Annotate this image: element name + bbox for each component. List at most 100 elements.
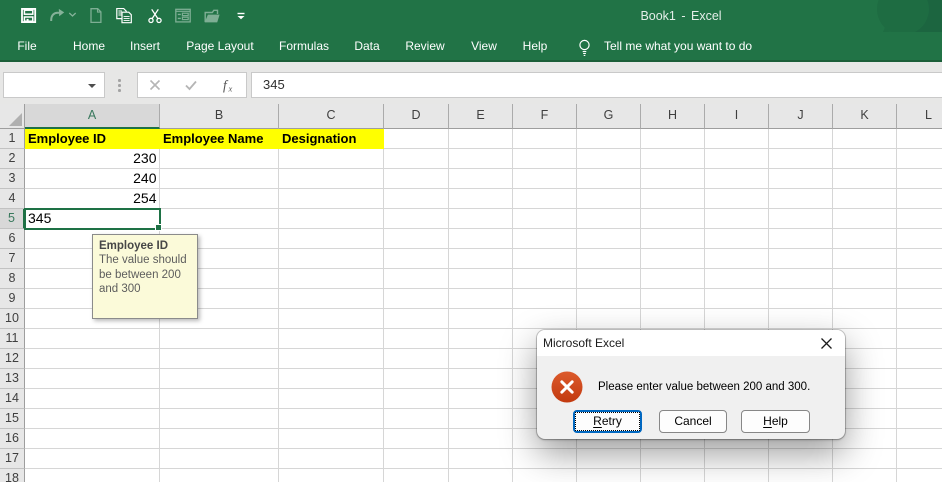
- tab-data[interactable]: Data: [354, 32, 379, 60]
- cell-J17[interactable]: [769, 449, 833, 469]
- cell-K5[interactable]: [833, 209, 897, 229]
- column-header-L[interactable]: L: [897, 104, 942, 129]
- cell-C13[interactable]: [279, 369, 384, 389]
- formula-input[interactable]: 345: [251, 72, 942, 98]
- cell-E13[interactable]: [449, 369, 513, 389]
- cell-K1[interactable]: [833, 129, 897, 149]
- row-header-2[interactable]: 2: [0, 149, 25, 169]
- save-icon[interactable]: [21, 8, 37, 24]
- row-header-14[interactable]: 14: [0, 389, 25, 409]
- cell-B15[interactable]: [160, 409, 279, 429]
- cell-C6[interactable]: [279, 229, 384, 249]
- cell-G6[interactable]: [577, 229, 641, 249]
- cell-E9[interactable]: [449, 289, 513, 309]
- row-header-5[interactable]: 5: [0, 209, 25, 229]
- column-header-I[interactable]: I: [705, 104, 769, 129]
- cell-D5[interactable]: [384, 209, 449, 229]
- select-all-button[interactable]: [0, 104, 25, 129]
- row-header-11[interactable]: 11: [0, 329, 25, 349]
- cell-L4[interactable]: [897, 189, 942, 209]
- cell-C8[interactable]: [279, 269, 384, 289]
- cell-K3[interactable]: [833, 169, 897, 189]
- name-box[interactable]: [3, 72, 105, 98]
- cell-F8[interactable]: [513, 269, 577, 289]
- cell-G1[interactable]: [577, 129, 641, 149]
- cell-C5[interactable]: [279, 209, 384, 229]
- customize-qat-icon[interactable]: [233, 8, 249, 24]
- cell-I1[interactable]: [705, 129, 769, 149]
- cell-C17[interactable]: [279, 449, 384, 469]
- cell-C10[interactable]: [279, 309, 384, 329]
- cell-H5[interactable]: [641, 209, 705, 229]
- cell-C15[interactable]: [279, 409, 384, 429]
- cell-B1[interactable]: Employee Name: [160, 129, 279, 149]
- column-header-F[interactable]: F: [513, 104, 577, 129]
- cell-G4[interactable]: [577, 189, 641, 209]
- cell-E18[interactable]: [449, 469, 513, 482]
- cell-A12[interactable]: [25, 349, 160, 369]
- cell-K9[interactable]: [833, 289, 897, 309]
- cell-G2[interactable]: [577, 149, 641, 169]
- cell-I7[interactable]: [705, 249, 769, 269]
- cell-E10[interactable]: [449, 309, 513, 329]
- redo-dropdown-icon[interactable]: [68, 8, 77, 24]
- tell-me-box[interactable]: Tell me what you want to do: [604, 32, 752, 60]
- insert-function-icon[interactable]: f x: [215, 73, 241, 97]
- cell-K6[interactable]: [833, 229, 897, 249]
- cell-I6[interactable]: [705, 229, 769, 249]
- cell-B5[interactable]: [160, 209, 279, 229]
- cell-F5[interactable]: [513, 209, 577, 229]
- cell-E6[interactable]: [449, 229, 513, 249]
- cell-F9[interactable]: [513, 289, 577, 309]
- cell-C12[interactable]: [279, 349, 384, 369]
- name-box-dropdown-icon[interactable]: [88, 84, 96, 88]
- cell-B3[interactable]: [160, 169, 279, 189]
- cell-C9[interactable]: [279, 289, 384, 309]
- fill-handle[interactable]: [155, 224, 162, 231]
- cell-C7[interactable]: [279, 249, 384, 269]
- cell-E11[interactable]: [449, 329, 513, 349]
- tab-review[interactable]: Review: [405, 32, 444, 60]
- row-header-10[interactable]: 10: [0, 309, 25, 329]
- cell-E16[interactable]: [449, 429, 513, 449]
- row-header-6[interactable]: 6: [0, 229, 25, 249]
- cell-H6[interactable]: [641, 229, 705, 249]
- cell-K17[interactable]: [833, 449, 897, 469]
- cell-I9[interactable]: [705, 289, 769, 309]
- cell-D6[interactable]: [384, 229, 449, 249]
- cell-F7[interactable]: [513, 249, 577, 269]
- cell-E14[interactable]: [449, 389, 513, 409]
- tab-help[interactable]: Help: [523, 32, 548, 60]
- column-header-D[interactable]: D: [384, 104, 449, 129]
- cell-L2[interactable]: [897, 149, 942, 169]
- cell-A15[interactable]: [25, 409, 160, 429]
- cell-I10[interactable]: [705, 309, 769, 329]
- cut-icon[interactable]: [147, 8, 163, 24]
- cell-L7[interactable]: [897, 249, 942, 269]
- column-header-E[interactable]: E: [449, 104, 513, 129]
- cell-C14[interactable]: [279, 389, 384, 409]
- cell-E7[interactable]: [449, 249, 513, 269]
- cell-H8[interactable]: [641, 269, 705, 289]
- cell-H7[interactable]: [641, 249, 705, 269]
- cell-L16[interactable]: [897, 429, 942, 449]
- cell-F10[interactable]: [513, 309, 577, 329]
- cell-C4[interactable]: [279, 189, 384, 209]
- tab-home[interactable]: Home: [73, 32, 105, 60]
- cell-I5[interactable]: [705, 209, 769, 229]
- cell-J2[interactable]: [769, 149, 833, 169]
- column-header-G[interactable]: G: [577, 104, 641, 129]
- cell-D11[interactable]: [384, 329, 449, 349]
- cell-F3[interactable]: [513, 169, 577, 189]
- cell-D18[interactable]: [384, 469, 449, 482]
- cell-J4[interactable]: [769, 189, 833, 209]
- cell-A2[interactable]: 230: [25, 149, 160, 169]
- cell-A16[interactable]: [25, 429, 160, 449]
- cell-J10[interactable]: [769, 309, 833, 329]
- cell-I4[interactable]: [705, 189, 769, 209]
- cell-D15[interactable]: [384, 409, 449, 429]
- row-header-13[interactable]: 13: [0, 369, 25, 389]
- cell-L8[interactable]: [897, 269, 942, 289]
- cell-E15[interactable]: [449, 409, 513, 429]
- cell-J9[interactable]: [769, 289, 833, 309]
